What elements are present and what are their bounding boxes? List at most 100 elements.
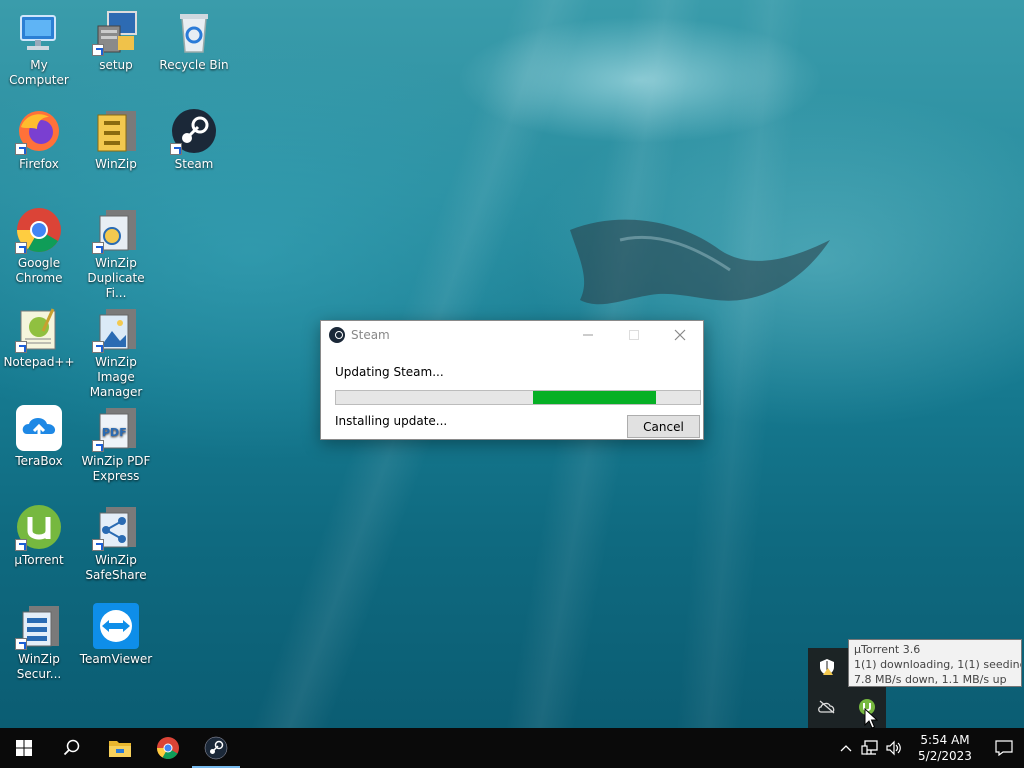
desktop-icon-label: WinZip Duplicate Fi...	[87, 256, 145, 300]
desktop-icon-label: Google Chrome	[15, 256, 63, 285]
wallpaper-mermaid-tail	[570, 219, 830, 305]
shortcut-arrow-icon	[92, 440, 104, 452]
cancel-button[interactable]: Cancel	[627, 415, 700, 438]
dialog-titlebar[interactable]: Steam	[321, 321, 703, 349]
firefox-icon	[15, 107, 63, 155]
dialog-status: Installing update...	[335, 414, 448, 428]
shortcut-arrow-icon	[15, 638, 27, 650]
desktop-icon-label: Steam	[174, 157, 214, 171]
desktop-icon-label: setup	[99, 58, 133, 72]
desktop-icon-winzip-pdf-express[interactable]: PDF WinZip PDF Express	[78, 404, 154, 484]
desktop-icon-teamviewer[interactable]: TeamViewer	[78, 602, 154, 667]
clock-time: 5:54 AM	[920, 733, 970, 747]
speaker-icon	[886, 740, 901, 756]
desktop-icon-notepadpp[interactable]: Notepad++	[1, 305, 77, 370]
desktop-icon-winzip-image-manager[interactable]: WinZip Image Manager	[78, 305, 154, 400]
desktop-icon-steam[interactable]: Steam	[156, 107, 232, 172]
tooltip-line-speed: 7.8 MB/s down, 1.1 MB/s up	[854, 673, 1007, 686]
action-center-button[interactable]	[984, 728, 1024, 768]
desktop-icon-winzip-secure[interactable]: WinZip Secur...	[1, 602, 77, 682]
desktop-icon-label: TeamViewer	[79, 652, 153, 666]
windows-logo-icon	[16, 740, 32, 756]
tray-security-item[interactable]	[808, 648, 846, 686]
taskbar-file-explorer[interactable]	[96, 728, 144, 768]
taskbar: 5:54 AM 5/2/2023	[0, 728, 1024, 768]
desktop-icon-label: WinZip PDF Express	[81, 454, 151, 483]
close-icon	[674, 329, 686, 341]
network-icon	[861, 740, 878, 755]
tooltip-line-title: µTorrent 3.6	[854, 643, 921, 656]
desktop-icon-label: WinZip Image Manager	[89, 355, 143, 399]
mouse-cursor-icon	[864, 708, 878, 729]
steam-icon	[329, 327, 345, 343]
shortcut-arrow-icon	[92, 44, 104, 56]
shortcut-arrow-icon	[15, 242, 27, 254]
winzip-secure-icon	[15, 602, 63, 650]
minimize-button[interactable]	[565, 321, 611, 349]
dialog-message: Updating Steam...	[335, 365, 444, 379]
winzip-icon	[92, 107, 140, 155]
svg-text:PDF: PDF	[102, 426, 127, 439]
setup-icon	[92, 8, 140, 56]
cloud-offline-icon	[818, 700, 835, 714]
desktop-icon-winzip-safeshare[interactable]: WinZip SafeShare	[78, 503, 154, 583]
chevron-up-icon	[840, 745, 852, 752]
desktop-icon-label: Notepad++	[3, 355, 75, 369]
winzip-image-icon	[92, 305, 140, 353]
desktop-icon-label: WinZip	[95, 157, 137, 171]
taskbar-chrome[interactable]	[144, 728, 192, 768]
desktop-icon-terabox[interactable]: TeraBox	[1, 404, 77, 469]
network-button[interactable]	[858, 728, 882, 768]
desktop-icon-label: WinZip SafeShare	[85, 553, 147, 582]
clock-date: 5/2/2023	[918, 749, 972, 763]
computer-icon	[15, 8, 63, 56]
close-button[interactable]	[657, 321, 703, 349]
winzip-duplicate-icon	[92, 206, 140, 254]
notification-icon	[995, 740, 1013, 756]
utorrent-tooltip: µTorrent 3.6 1(1) downloading, 1(1) seed…	[848, 639, 1022, 687]
volume-button[interactable]	[882, 728, 906, 768]
desktop-icon-winzip[interactable]: WinZip	[78, 107, 154, 172]
chrome-icon	[15, 206, 63, 254]
teamviewer-icon	[92, 602, 140, 650]
shortcut-arrow-icon	[170, 143, 182, 155]
recycle-bin-icon	[170, 8, 218, 56]
desktop-icon-utorrent[interactable]: µTorrent	[1, 503, 77, 568]
desktop-icon-label: WinZip Secur...	[16, 652, 62, 681]
desktop-icon-recycle-bin[interactable]: Recycle Bin	[156, 8, 232, 73]
show-hidden-icons-button[interactable]	[834, 728, 858, 768]
shortcut-arrow-icon	[92, 341, 104, 353]
system-tray: 5:54 AM 5/2/2023	[834, 728, 1024, 768]
desktop-icon-label: Recycle Bin	[159, 58, 229, 72]
start-button[interactable]	[0, 728, 48, 768]
steam-icon	[204, 736, 228, 760]
desktop-icon-label: TeraBox	[15, 454, 63, 468]
search-button[interactable]	[48, 728, 96, 768]
desktop-icon-label: Firefox	[19, 157, 59, 171]
dialog-title: Steam	[351, 328, 390, 342]
desktop-icon-winzip-duplicate[interactable]: WinZip Duplicate Fi...	[78, 206, 154, 301]
notepadpp-icon	[15, 305, 63, 353]
desktop-icon-label: My Computer	[9, 58, 69, 87]
steam-update-dialog: Steam Updating Steam... Installing updat…	[320, 320, 704, 440]
chrome-icon	[157, 737, 179, 759]
winzip-safeshare-icon	[92, 503, 140, 551]
desktop-icon-google-chrome[interactable]: Google Chrome	[1, 206, 77, 286]
shortcut-arrow-icon	[15, 539, 27, 551]
search-icon	[63, 739, 80, 756]
desktop-icon-setup[interactable]: setup	[78, 8, 154, 73]
terabox-icon	[15, 404, 63, 452]
desktop-icon-my-computer[interactable]: My Computer	[1, 8, 77, 88]
clock[interactable]: 5:54 AM 5/2/2023	[906, 732, 984, 764]
shortcut-arrow-icon	[15, 143, 27, 155]
tooltip-line-status: 1(1) downloading, 1(1) seeding	[854, 658, 1022, 671]
progress-fill	[532, 391, 657, 404]
shortcut-arrow-icon	[92, 242, 104, 254]
shield-warning-icon	[820, 659, 834, 675]
folder-icon	[109, 741, 131, 757]
desktop-icon-label: µTorrent	[14, 553, 64, 567]
minimize-icon	[583, 334, 593, 336]
taskbar-steam[interactable]	[192, 728, 240, 768]
tray-onedrive-item[interactable]	[808, 688, 846, 726]
desktop-icon-firefox[interactable]: Firefox	[1, 107, 77, 172]
